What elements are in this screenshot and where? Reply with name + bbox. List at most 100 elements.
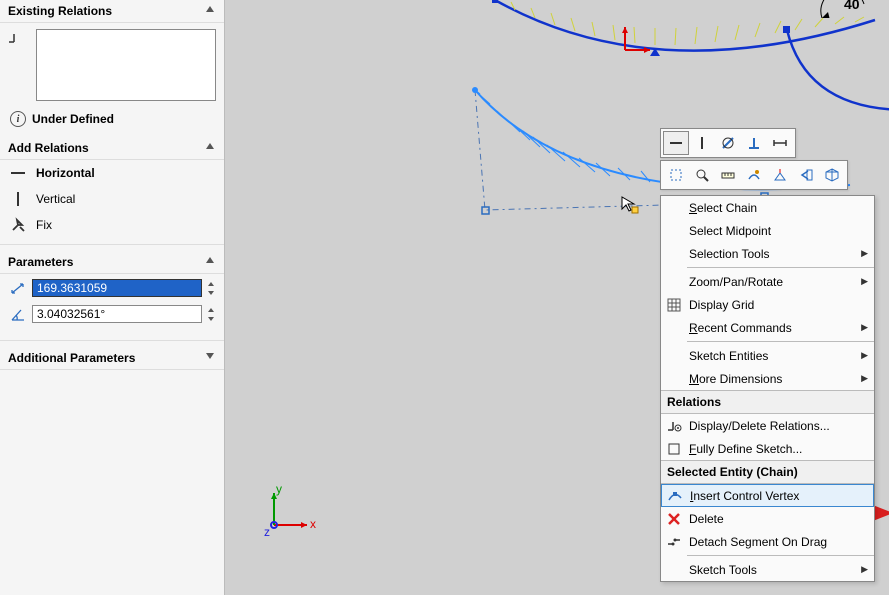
menu-label: Select Midpoint	[689, 224, 868, 238]
expand-icon[interactable]	[206, 353, 216, 363]
parameters-header[interactable]: Parameters	[0, 251, 224, 274]
menu-label: Sketch Tools	[689, 563, 855, 577]
context-menu: Select Chain Select Midpoint Selection T…	[660, 195, 875, 582]
tool-perpendicular-icon[interactable]	[741, 131, 767, 155]
submenu-arrow-icon: ▶	[861, 322, 868, 333]
menu-display-delete-relations[interactable]: Display/Delete Relations...	[661, 414, 874, 437]
menu-more-dimensions[interactable]: More Dimensions▶	[661, 367, 874, 390]
menu-insert-control-vertex[interactable]: Insert Control Vertex	[661, 484, 874, 507]
menu-label: Zoom/Pan/Rotate	[689, 275, 855, 289]
relation-label: Vertical	[36, 192, 75, 206]
length-input[interactable]	[32, 279, 202, 297]
menu-label: Recent Commands	[689, 321, 855, 335]
view-triad-icon: x y z	[262, 485, 317, 540]
fully-define-icon	[665, 440, 683, 458]
angle-spinner[interactable]	[206, 305, 216, 323]
tool-zoom-icon[interactable]	[689, 163, 715, 187]
tool-measure-icon[interactable]	[715, 163, 741, 187]
collapse-icon[interactable]	[206, 257, 216, 267]
length-icon	[8, 278, 28, 298]
tool-exit-icon[interactable]	[793, 163, 819, 187]
definition-status-text: Under Defined	[32, 112, 114, 126]
submenu-arrow-icon: ▶	[861, 564, 868, 575]
parameter-angle-row	[8, 304, 216, 324]
menu-label: Selection Tools	[689, 247, 855, 261]
collapse-icon[interactable]	[206, 6, 216, 16]
submenu-arrow-icon: ▶	[861, 248, 868, 259]
angle-icon	[8, 304, 28, 324]
svg-text:z: z	[264, 525, 270, 539]
relation-vertical[interactable]: Vertical	[8, 186, 216, 212]
tool-normal-to-icon[interactable]	[767, 163, 793, 187]
menu-label: Display Grid	[689, 298, 868, 312]
menu-detach-segment[interactable]: Detach Segment On Drag	[661, 530, 874, 553]
existing-relations-list[interactable]	[36, 29, 216, 101]
insert-vertex-icon	[666, 487, 684, 505]
additional-parameters-header[interactable]: Additional Parameters	[0, 347, 224, 370]
tool-line-icon[interactable]	[663, 131, 689, 155]
menu-display-grid[interactable]: Display Grid	[661, 293, 874, 316]
menu-label: Fully Define Sketch...	[689, 442, 868, 456]
angle-dimension: 40	[818, 0, 866, 18]
add-relations-title: Add Relations	[8, 141, 89, 155]
relation-label: Horizontal	[36, 166, 95, 180]
tool-vertical-line-icon[interactable]	[689, 131, 715, 155]
parameters-title: Parameters	[8, 255, 73, 269]
menu-label: Display/Delete Relations...	[689, 419, 868, 433]
menu-label: Delete	[689, 512, 868, 526]
tool-convert-icon[interactable]	[741, 163, 767, 187]
menu-zoom-pan-rotate[interactable]: Zoom/Pan/Rotate ▶	[661, 270, 874, 293]
svg-text:y: y	[276, 482, 282, 496]
info-icon: i	[10, 111, 26, 127]
context-toolbar-1	[660, 128, 796, 158]
submenu-arrow-icon: ▶	[861, 350, 868, 361]
menu-recent-commands[interactable]: Recent Commands ▶	[661, 316, 874, 339]
property-panel: Existing Relations i Under Defined Add R…	[0, 0, 225, 595]
menu-sketch-tools[interactable]: Sketch Tools ▶	[661, 558, 874, 581]
relation-horizontal[interactable]: Horizontal	[8, 160, 216, 186]
add-relations-header[interactable]: Add Relations	[0, 137, 224, 160]
menu-select-midpoint[interactable]: Select Midpoint	[661, 219, 874, 242]
relation-placeholder-icon	[6, 29, 24, 47]
relation-label: Fix	[36, 218, 52, 232]
menu-section-relations: Relations	[661, 390, 874, 414]
origin-triad-icon	[615, 25, 655, 65]
submenu-arrow-icon: ▶	[861, 276, 868, 287]
detach-icon	[665, 533, 683, 551]
menu-selection-tools[interactable]: Selection Tools ▶	[661, 242, 874, 265]
angle-input[interactable]	[32, 305, 202, 323]
context-toolbar-2	[660, 160, 848, 190]
horizontal-icon	[8, 163, 28, 183]
angle-value: 40	[844, 0, 860, 12]
menu-select-chain[interactable]: Select Chain	[661, 196, 874, 219]
parameter-length-row	[8, 278, 216, 298]
menu-label: Select Chain	[689, 201, 868, 215]
additional-parameters-title: Additional Parameters	[8, 351, 135, 365]
relation-fix[interactable]: Fix	[8, 212, 216, 238]
menu-label: Insert Control Vertex	[690, 489, 867, 503]
definition-status: i Under Defined	[0, 107, 224, 137]
menu-section-selected-entity: Selected Entity (Chain)	[661, 460, 874, 484]
menu-label: More Dimensions	[689, 372, 855, 386]
tool-construction-icon[interactable]	[663, 163, 689, 187]
menu-label: Sketch Entities	[689, 349, 855, 363]
menu-label: Detach Segment On Drag	[689, 535, 868, 549]
vertical-icon	[8, 189, 28, 209]
tool-tangent-icon[interactable]	[715, 131, 741, 155]
collapse-icon[interactable]	[206, 143, 216, 153]
menu-delete[interactable]: Delete	[661, 507, 874, 530]
display-relations-icon	[665, 417, 683, 435]
tool-3dview-icon[interactable]	[819, 163, 845, 187]
menu-sketch-entities[interactable]: Sketch Entities ▶	[661, 344, 874, 367]
fix-icon	[8, 215, 28, 235]
tool-dimension-icon[interactable]	[767, 131, 793, 155]
existing-relations-header[interactable]: Existing Relations	[0, 0, 224, 23]
add-relations-list: Horizontal Vertical Fix	[0, 160, 224, 238]
existing-relations-title: Existing Relations	[8, 4, 112, 18]
svg-text:x: x	[310, 517, 316, 531]
length-spinner[interactable]	[206, 279, 216, 297]
cursor-icon	[620, 195, 640, 215]
delete-icon	[665, 510, 683, 528]
grid-icon	[665, 296, 683, 314]
menu-fully-define-sketch[interactable]: Fully Define Sketch...	[661, 437, 874, 460]
